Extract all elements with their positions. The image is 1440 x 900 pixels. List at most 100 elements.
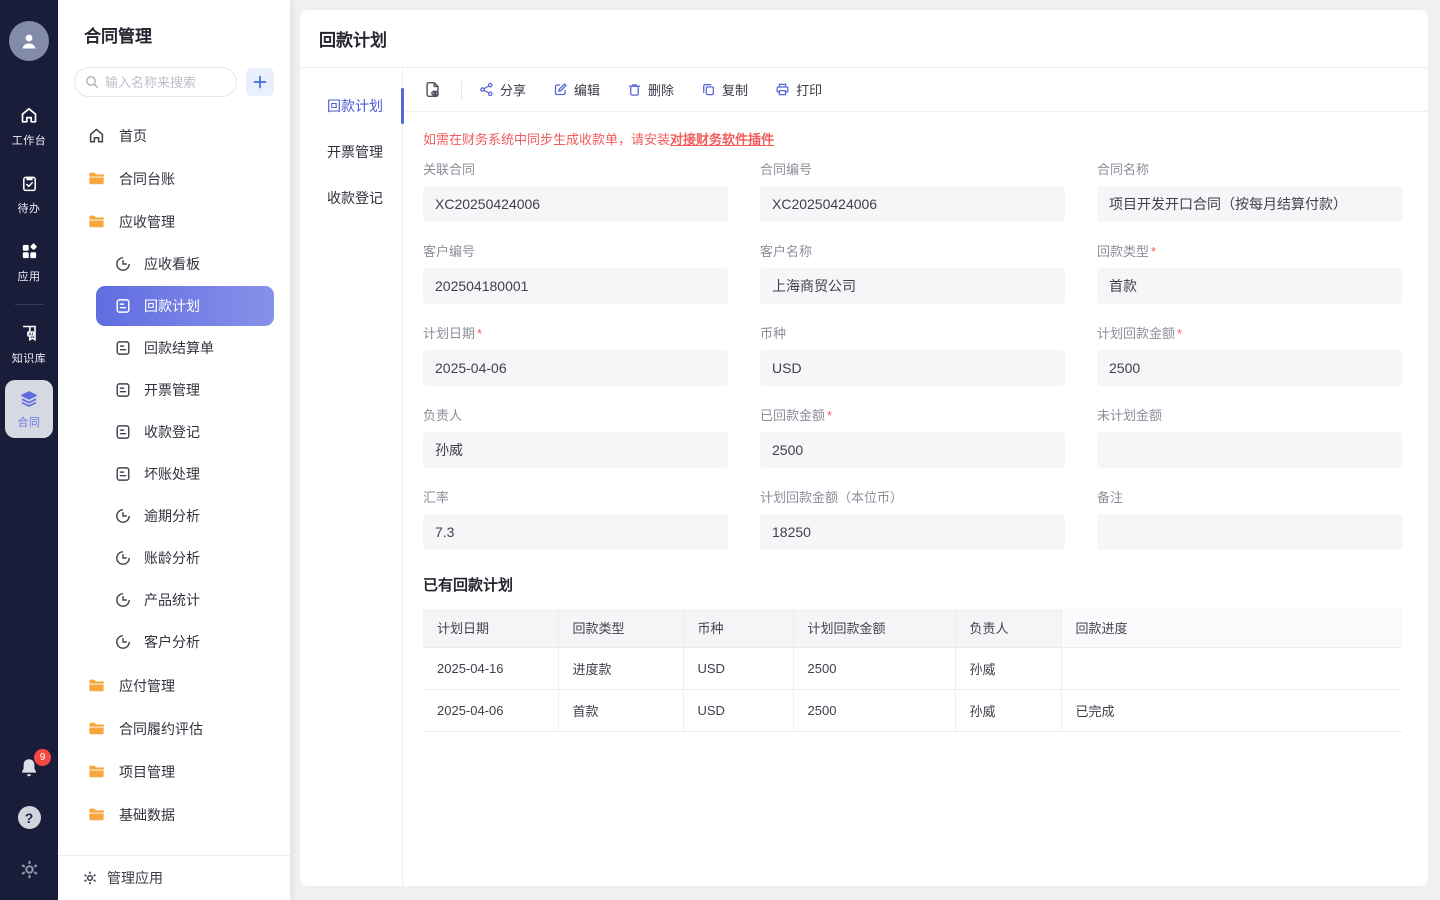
toolbar-divider [461, 81, 462, 99]
add-button[interactable] [246, 68, 274, 96]
sidebar-item-overdue-analysis[interactable]: 逾期分析 [96, 496, 274, 536]
remarks-input[interactable] [1097, 514, 1402, 550]
plan-date-input[interactable]: 2025-04-06 [423, 350, 728, 386]
related-contract-input[interactable]: XC20250424006 [423, 186, 728, 222]
owner-input[interactable]: 孙威 [423, 432, 728, 468]
sidebar-item-home[interactable]: 首页 [74, 114, 274, 157]
plus-icon [252, 74, 268, 90]
module-sidebar: 合同管理 首页 合同台账 应收管理 应收看板 [58, 0, 290, 900]
unplanned-amount-input[interactable] [1097, 432, 1402, 468]
customer-no-input[interactable]: 202504180001 [423, 268, 728, 304]
currency-input[interactable]: USD [760, 350, 1065, 386]
sidebar-item-payment-plan[interactable]: 回款计划 [96, 286, 274, 326]
table-row: 2025-04-06 首款 USD 2500 孙威 已完成 [423, 689, 1402, 731]
home-outline-icon [87, 126, 106, 145]
plugin-warning: 如需在财务系统中同步生成收款单，请安装对接财务软件插件 [423, 129, 1428, 148]
sidebar-item-receivable-mgmt[interactable]: 应收管理 [74, 200, 274, 243]
rail-item-knowledge[interactable]: AI 知识库 [12, 323, 47, 366]
tab-receipt-register[interactable]: 收款登记 [300, 175, 402, 221]
field-currency: 币种USD [760, 323, 1065, 386]
field-customer-name: 客户名称上海商贸公司 [760, 241, 1065, 304]
user-icon [18, 30, 40, 52]
detail-card: 回款计划 回款计划 开票管理 收款登记 [300, 10, 1428, 886]
search-input[interactable] [105, 75, 226, 90]
document-eye-icon [423, 80, 442, 99]
received-amount-input[interactable]: 2500 [760, 432, 1065, 468]
delete-button[interactable]: 删除 [627, 80, 674, 99]
amount-base-currency-input[interactable]: 18250 [760, 514, 1065, 550]
manage-apps-button[interactable]: 管理应用 [58, 855, 290, 900]
contract-no-input[interactable]: XC20250424006 [760, 186, 1065, 222]
existing-plans-title: 已有回款计划 [423, 574, 1428, 595]
field-exchange-rate: 汇率7.3 [423, 487, 728, 550]
share-button[interactable]: 分享 [479, 80, 526, 99]
copy-button[interactable]: 复制 [701, 80, 748, 99]
field-received-amount: 已回款金额*2500 [760, 405, 1065, 468]
field-owner: 负责人孙威 [423, 405, 728, 468]
detail-tabs: 回款计划 开票管理 收款登记 [300, 68, 403, 886]
sidebar-item-aging-analysis[interactable]: 账龄分析 [96, 538, 274, 578]
sidebar-item-project-mgmt[interactable]: 项目管理 [74, 750, 274, 793]
col-plan-date: 计划日期 [423, 609, 558, 647]
customer-name-input[interactable]: 上海商贸公司 [760, 268, 1065, 304]
edit-button[interactable]: 编辑 [553, 80, 600, 99]
rail-label-contract: 合同 [18, 414, 41, 430]
print-icon [775, 82, 790, 97]
notifications-button[interactable]: 9 [17, 756, 41, 780]
rail-label-apps: 应用 [18, 268, 41, 284]
home-icon [19, 105, 39, 125]
rail-divider [15, 304, 43, 305]
tab-payment-plan[interactable]: 回款计划 [300, 83, 402, 129]
payment-type-input[interactable]: 首款 [1097, 268, 1402, 304]
layers-icon [19, 389, 39, 409]
sidebar-item-product-stats[interactable]: 产品统计 [96, 580, 274, 620]
search-box[interactable] [74, 67, 237, 97]
pie-chart-icon [114, 633, 132, 651]
notification-badge: 9 [34, 749, 51, 766]
pie-chart-icon [114, 507, 132, 525]
pie-chart-icon [114, 549, 132, 567]
plugin-link[interactable]: 对接财务软件插件 [670, 132, 774, 147]
print-button[interactable]: 打印 [775, 80, 822, 99]
preview-button[interactable] [423, 80, 442, 99]
document-icon [114, 465, 132, 483]
table-header-row: 计划日期 回款类型 币种 计划回款金额 负责人 回款进度 [423, 609, 1402, 647]
sidebar-item-base-data[interactable]: 基础数据 [74, 793, 274, 836]
document-icon [114, 339, 132, 357]
field-planned-amount: 计划回款金额*2500 [1097, 323, 1402, 386]
app-rail: 工作台 待办 应用 AI 知识库 合同 9 ? [0, 0, 58, 900]
sidebar-item-invoicing[interactable]: 开票管理 [96, 370, 274, 410]
rail-label-workbench: 工作台 [12, 132, 47, 148]
settings-button[interactable] [19, 859, 40, 880]
module-title: 合同管理 [58, 0, 290, 47]
col-payment-type: 回款类型 [558, 609, 683, 647]
avatar[interactable] [9, 21, 49, 61]
folder-icon [87, 805, 106, 824]
help-button[interactable]: ? [18, 806, 41, 829]
apps-grid-icon [20, 242, 39, 261]
rail-item-contract-active[interactable]: 合同 [5, 380, 53, 438]
field-unplanned-amount: 未计划金额 [1097, 405, 1402, 468]
col-progress: 回款进度 [1061, 609, 1402, 647]
sidebar-item-receipt-register[interactable]: 收款登记 [96, 412, 274, 452]
sidebar-item-performance-eval[interactable]: 合同履约评估 [74, 707, 274, 750]
planned-amount-input[interactable]: 2500 [1097, 350, 1402, 386]
field-plan-date: 计划日期*2025-04-06 [423, 323, 728, 386]
rail-item-apps[interactable]: 应用 [18, 242, 41, 284]
folder-icon [87, 762, 106, 781]
field-related-contract: 关联合同XC20250424006 [423, 159, 728, 222]
sidebar-item-customer-analysis[interactable]: 客户分析 [96, 622, 274, 662]
page-title: 回款计划 [300, 10, 1428, 68]
tab-invoicing[interactable]: 开票管理 [300, 129, 402, 175]
sidebar-item-payable-mgmt[interactable]: 应付管理 [74, 664, 274, 707]
contract-name-input[interactable]: 项目开发开口合同（按每月结算付款） [1097, 186, 1402, 222]
rail-item-todo[interactable]: 待办 [18, 174, 41, 216]
sidebar-item-receivable-board[interactable]: 应收看板 [96, 244, 274, 284]
sidebar-item-contract-ledger[interactable]: 合同台账 [74, 157, 274, 200]
exchange-rate-input[interactable]: 7.3 [423, 514, 728, 550]
sidebar-item-settlement[interactable]: 回款结算单 [96, 328, 274, 368]
sidebar-item-bad-debt[interactable]: 坏账处理 [96, 454, 274, 494]
clipboard-check-icon [20, 174, 39, 193]
rail-item-workbench[interactable]: 工作台 [12, 105, 47, 148]
col-currency: 币种 [683, 609, 793, 647]
